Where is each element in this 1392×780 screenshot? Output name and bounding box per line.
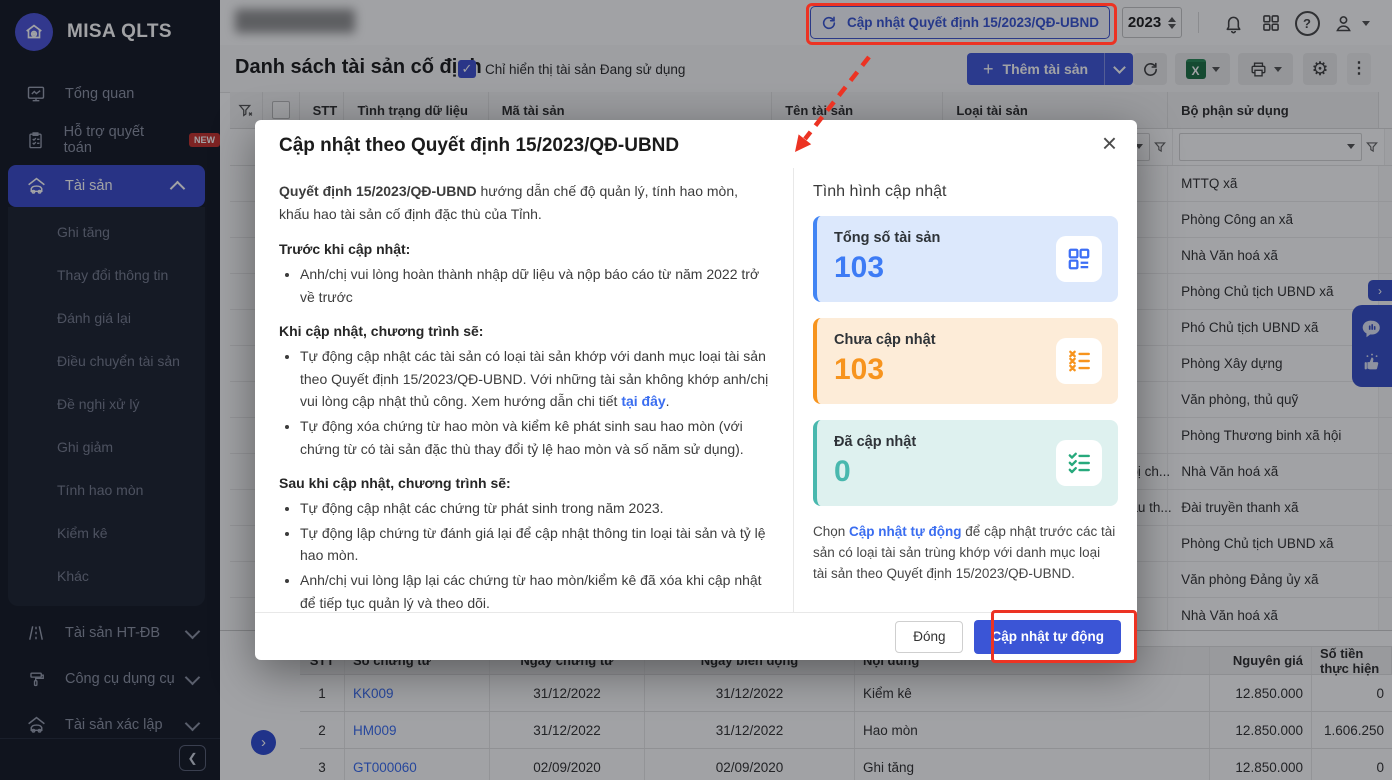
status-note: Chọn Cập nhật tự động để cập nhật trước … <box>813 522 1118 585</box>
after-list: Tự động cập nhật các chứng từ phát sinh … <box>279 497 769 614</box>
update-decision-modal: Cập nhật theo Quyết định 15/2023/QĐ-UBND… <box>255 120 1137 660</box>
during-bullet-1-text: Tự động cập nhật các tài sản có loại tài… <box>300 348 769 410</box>
during-bullet-2: Tự động xóa chứng từ hao mòn và kiểm kê … <box>300 415 769 460</box>
auto-update-link[interactable]: Cập nhật tự động <box>849 524 962 539</box>
during-bullet-1-period: . <box>665 393 670 410</box>
update-status-panel: Tình hình cập nhật Tổng số tài sản 103 C… <box>793 168 1137 612</box>
check-list-icon <box>1056 440 1102 486</box>
before-list: Anh/chị vui lòng hoàn thành nhập dữ liệu… <box>279 263 769 308</box>
modal-intro: Quyết định 15/2023/QĐ-UBND hướng dẫn chế… <box>279 180 769 225</box>
status-heading: Tình hình cập nhật <box>813 183 947 200</box>
after-bullet-2: Tự động lập chứng từ đánh giá lại để cập… <box>300 522 769 567</box>
modal-footer: Đóng Cập nhật tự động <box>255 612 1137 660</box>
modal-description: Quyết định 15/2023/QĐ-UBND hướng dẫn chế… <box>255 168 793 612</box>
grid-list-icon <box>1056 236 1102 282</box>
during-list: Tự động cập nhật các tài sản có loại tài… <box>279 345 769 460</box>
x-list-icon <box>1056 338 1102 384</box>
total-assets-card: Tổng số tài sản 103 <box>813 216 1118 302</box>
updated-card: Đã cập nhật 0 <box>813 420 1118 506</box>
during-bullet-1: Tự động cập nhật các tài sản có loại tài… <box>300 345 769 413</box>
before-heading: Trước khi cập nhật: <box>279 241 411 258</box>
decision-name: Quyết định 15/2023/QĐ-UBND <box>279 183 477 199</box>
modal-title: Cập nhật theo Quyết định 15/2023/QĐ-UBND <box>279 135 680 156</box>
guide-link[interactable]: tại đây <box>621 393 665 409</box>
auto-update-button[interactable]: Cập nhật tự động <box>974 619 1121 654</box>
after-bullet-3: Anh/chị vui lòng lập lại các chứng từ ha… <box>300 569 769 614</box>
after-heading: Sau khi cập nhật, chương trình sẽ: <box>279 475 511 492</box>
before-bullet: Anh/chị vui lòng hoàn thành nhập dữ liệu… <box>300 263 769 308</box>
after-bullet-1: Tự động cập nhật các chứng từ phát sinh … <box>300 497 769 520</box>
note-pre: Chọn <box>813 524 850 539</box>
close-button[interactable]: Đóng <box>895 620 964 653</box>
during-heading: Khi cập nhật, chương trình sẽ: <box>279 323 484 340</box>
close-icon[interactable]: × <box>1102 130 1117 156</box>
not-updated-card: Chưa cập nhật 103 <box>813 318 1118 404</box>
screen: MISA QLTS Tổng quan Hỗ trợ quyết toán NE… <box>0 0 1392 780</box>
